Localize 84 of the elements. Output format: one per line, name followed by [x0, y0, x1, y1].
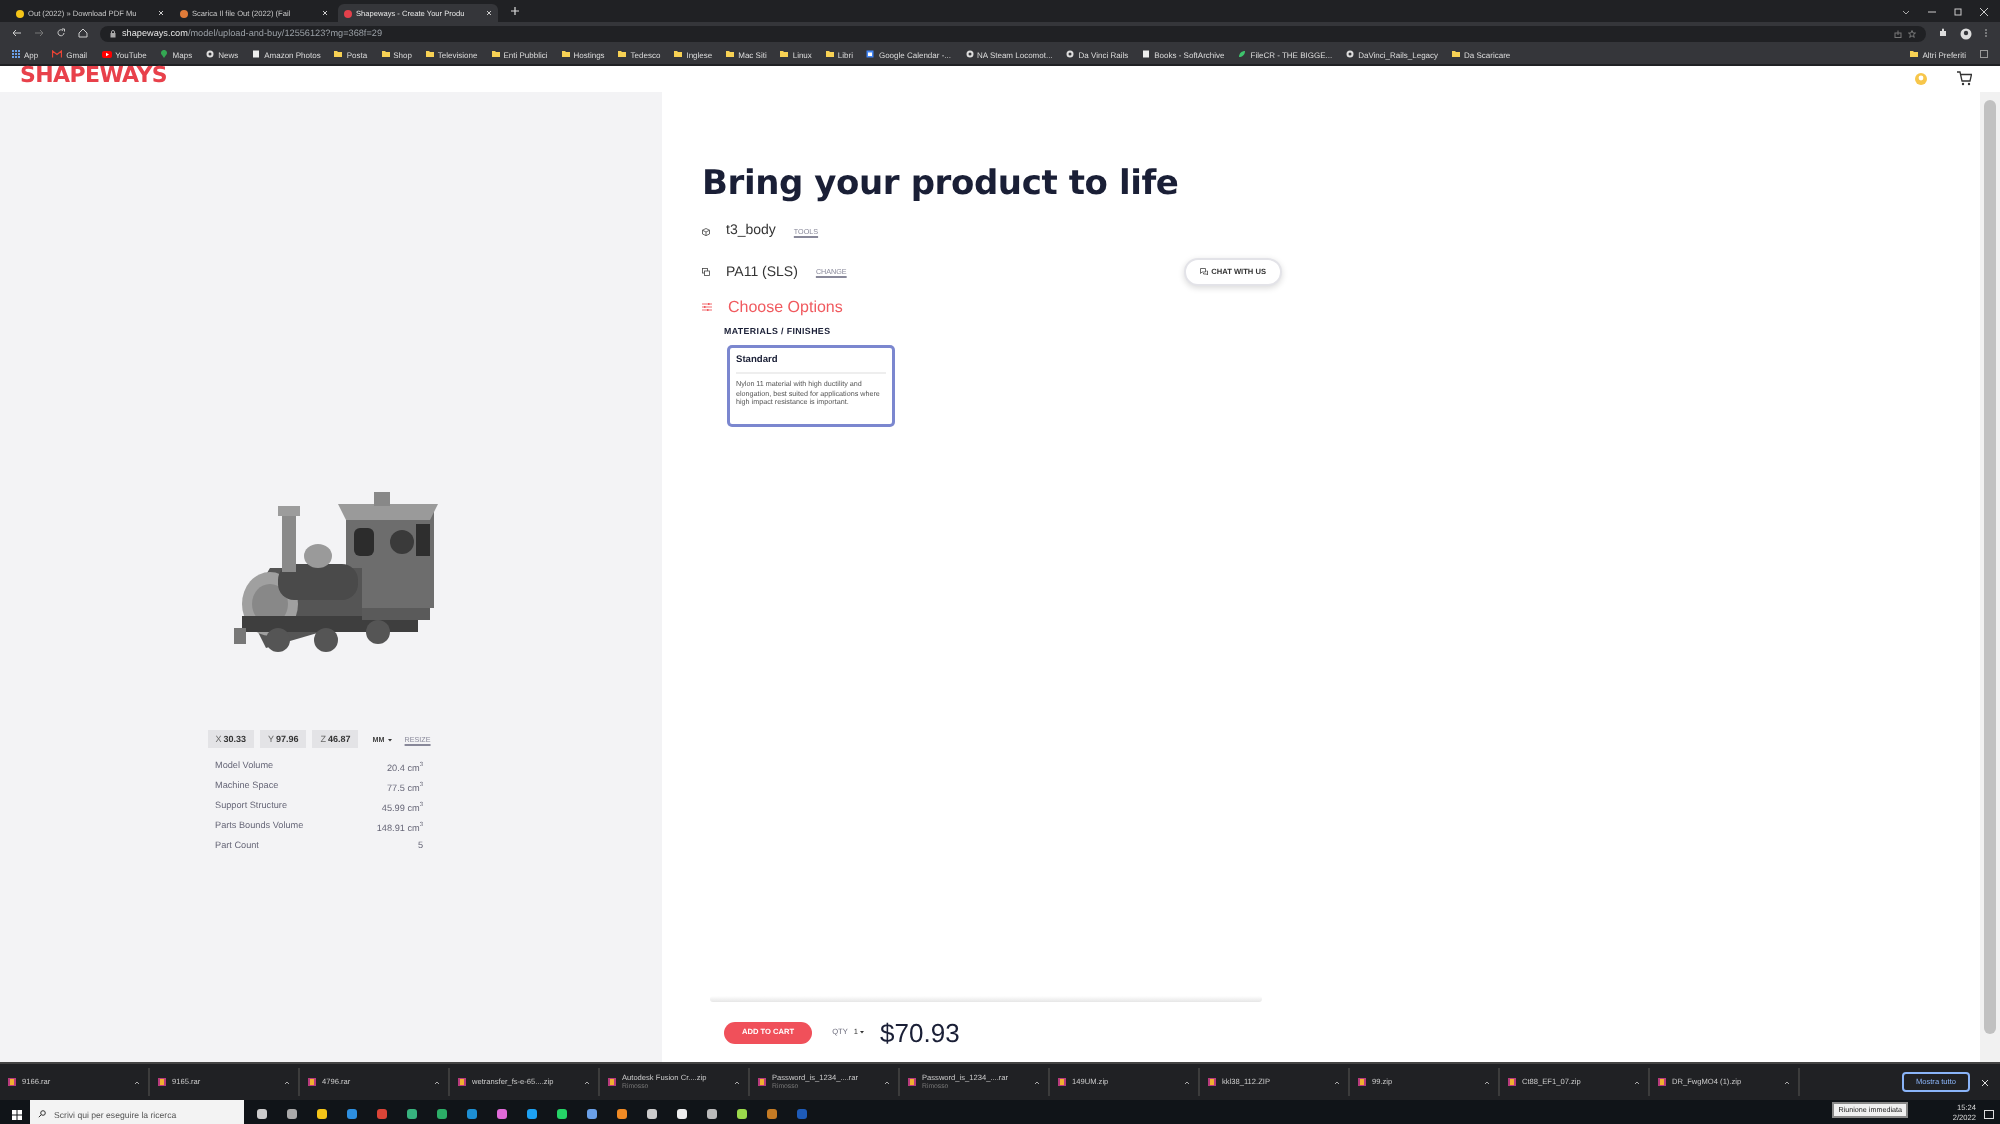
- notification-icon[interactable]: [1984, 1109, 1994, 1119]
- new-tab-icon[interactable]: [510, 6, 520, 16]
- app-icon[interactable]: [406, 1108, 418, 1120]
- app-icon[interactable]: [286, 1108, 298, 1120]
- page-heading: Bring your product to life: [702, 164, 1181, 204]
- globe-icon: [206, 50, 215, 58]
- app-icon[interactable]: [436, 1108, 448, 1120]
- share-icon[interactable]: [1894, 29, 1902, 37]
- section-title: Choose Options: [728, 298, 843, 316]
- close-icon[interactable]: [1980, 7, 1988, 15]
- archive-icon: [1058, 1078, 1066, 1086]
- page-icon: [252, 50, 261, 58]
- folder-icon: [425, 50, 434, 58]
- reload-icon[interactable]: [56, 28, 66, 38]
- search-icon: [38, 1110, 46, 1118]
- archive-icon: [758, 1078, 766, 1086]
- chat-icon: [1199, 268, 1208, 276]
- play-icon: [101, 50, 112, 58]
- app-icon[interactable]: [676, 1108, 688, 1120]
- folder-icon: [561, 50, 570, 58]
- folder-icon: [1910, 50, 1919, 58]
- home-icon[interactable]: [78, 28, 88, 38]
- archive-icon: [908, 1078, 916, 1086]
- caret-icon: [860, 1030, 865, 1034]
- forward-icon[interactable]: [34, 28, 44, 38]
- archive-icon: [458, 1078, 466, 1086]
- sliders-icon: [702, 302, 712, 312]
- calendar-icon: [866, 50, 875, 58]
- globe-icon: [1066, 50, 1075, 58]
- app-icon[interactable]: [256, 1108, 268, 1120]
- close-icon[interactable]: [322, 10, 328, 16]
- cart-icon[interactable]: [1956, 70, 1972, 86]
- cube-icon: [702, 227, 710, 235]
- close-icon[interactable]: [1982, 1079, 1988, 1085]
- favicon-icon: [16, 9, 24, 17]
- close-icon[interactable]: [486, 10, 492, 16]
- folder-icon: [1452, 50, 1461, 58]
- folder-icon: [618, 50, 627, 58]
- folder-icon: [334, 50, 343, 58]
- favicon-icon: [180, 9, 188, 17]
- price-text: $70.93: [880, 1017, 960, 1047]
- page-icon: [1142, 50, 1151, 58]
- app-icon[interactable]: [526, 1108, 538, 1120]
- maximize-icon[interactable]: [1954, 7, 1962, 15]
- archive-icon: [608, 1078, 616, 1086]
- folder-icon: [674, 50, 683, 58]
- close-icon[interactable]: [158, 10, 164, 16]
- archive-icon: [158, 1078, 166, 1086]
- leaf-icon: [1238, 50, 1247, 58]
- back-icon[interactable]: [12, 28, 22, 38]
- folder-icon: [825, 50, 834, 58]
- archive-icon: [308, 1078, 316, 1086]
- layers-icon: [702, 268, 710, 276]
- globe-icon: [965, 50, 973, 58]
- lock-icon: [110, 29, 116, 37]
- map-pin-icon: [160, 50, 169, 58]
- app-icon[interactable]: [736, 1108, 748, 1120]
- app-icon[interactable]: [646, 1108, 658, 1120]
- folder-icon: [780, 50, 789, 58]
- favicon-icon: [344, 9, 352, 17]
- app-icon[interactable]: [496, 1108, 508, 1120]
- archive-icon: [1208, 1078, 1216, 1086]
- globe-icon: [1346, 50, 1355, 58]
- archive-icon: [1658, 1078, 1666, 1086]
- start-icon[interactable]: [12, 1109, 22, 1119]
- app-icon[interactable]: [556, 1108, 568, 1120]
- folder-icon: [726, 50, 735, 58]
- archive-icon: [1358, 1078, 1366, 1086]
- reading-list-icon[interactable]: [1980, 50, 1988, 58]
- scrollbar-thumb[interactable]: [1984, 100, 1996, 1034]
- minimize-icon[interactable]: [1928, 7, 1936, 15]
- app-icon[interactable]: [616, 1108, 628, 1120]
- archive-icon: [8, 1078, 16, 1086]
- extensions-icon[interactable]: [1938, 28, 1948, 38]
- app-icon[interactable]: [586, 1108, 598, 1120]
- archive-icon: [1508, 1078, 1516, 1086]
- profile-icon[interactable]: [1960, 27, 1972, 39]
- folder-icon: [381, 50, 390, 58]
- star-icon[interactable]: [1908, 29, 1916, 37]
- mail-icon: [52, 50, 63, 58]
- folder-icon: [491, 50, 500, 58]
- app-icon[interactable]: [316, 1108, 328, 1120]
- app-icon[interactable]: [706, 1108, 718, 1120]
- site-logo[interactable]: SHAPEWAYS: [20, 66, 168, 84]
